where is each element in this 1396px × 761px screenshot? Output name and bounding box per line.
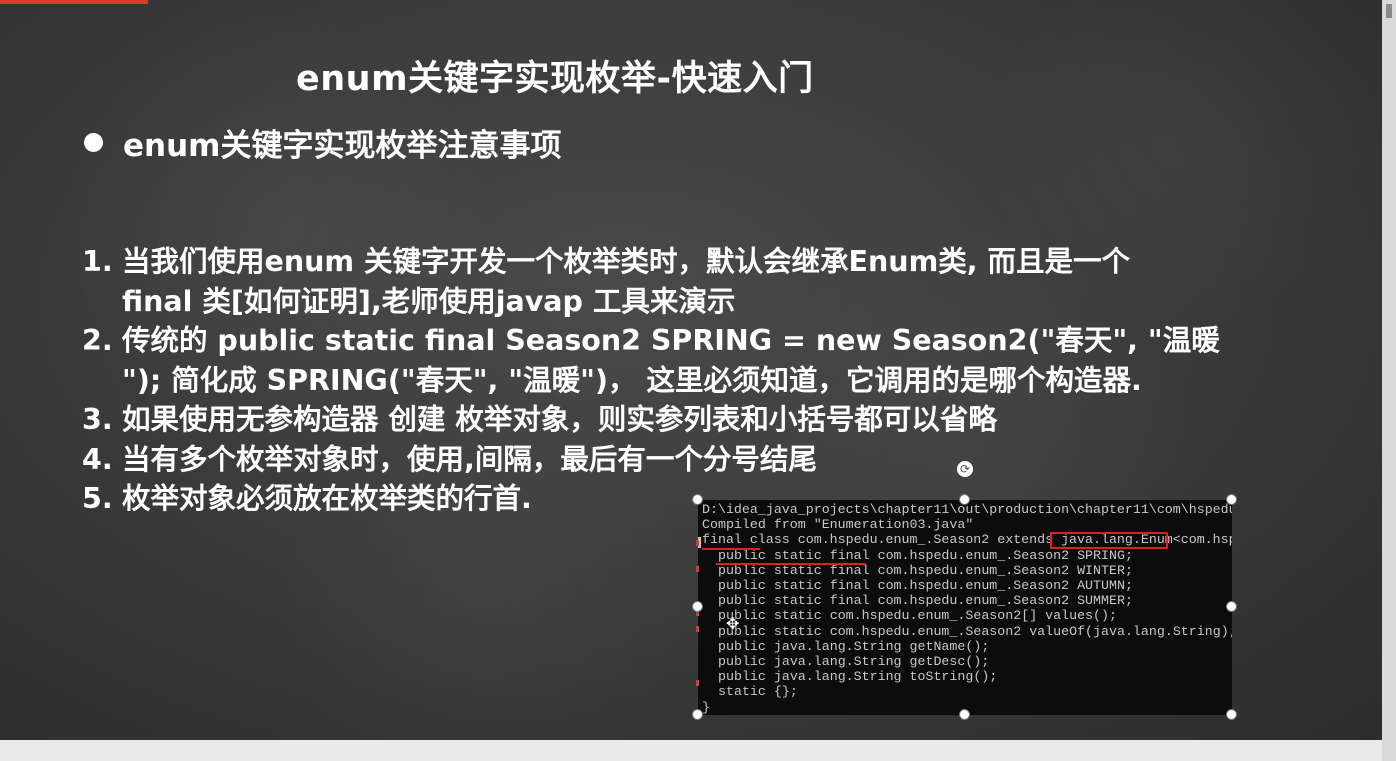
notes-list: 1. 当我们使用enum 关键字开发一个枚举类时，默认会继承Enum类, 而且是… [82, 242, 1312, 519]
item-line: 当我们使用enum 关键字开发一个枚举类时，默认会继承Enum类, 而且是一个 [122, 245, 1131, 278]
terminal-line: public static final com.hspedu.enum_.Sea… [718, 578, 1133, 594]
terminal-line: Compiled from "Enumeration03.java" [702, 517, 974, 533]
list-item: 2. 传统的 public static final Season2 SPRIN… [82, 321, 1312, 400]
scrollbar-thumb[interactable] [1386, 4, 1392, 18]
terminal-line: public java.lang.String toString(); [718, 669, 998, 685]
move-cursor-icon: ✥ [726, 614, 740, 633]
bullet-heading-text: enum关键字实现枚举注意事项 [123, 128, 562, 164]
item-number: 5. [82, 482, 113, 515]
slide-title: enum关键字实现枚举-快速入门 [296, 59, 814, 99]
item-number: 1. [82, 245, 113, 278]
item-line: final 类[如何证明],老师使用javap 工具来演示 [122, 284, 736, 318]
item-line: 如果使用无参构造器 创建 枚举对象，则实参列表和小括号都可以省略 [122, 403, 997, 436]
resize-handle-top[interactable] [959, 494, 970, 505]
bullet-dot-icon [84, 133, 103, 152]
terminal-line: public static com.hspedu.enum_.Season2 v… [718, 623, 1232, 639]
highlight-underline [702, 548, 760, 550]
scrollbar[interactable] [1382, 0, 1396, 761]
resize-handle-top-right[interactable] [1226, 494, 1237, 505]
rotate-handle-icon[interactable]: ⟳ [957, 461, 973, 477]
slide-canvas: enum关键字实现枚举-快速入门 enum关键字实现枚举注意事项 1. 当我们使… [0, 0, 1382, 740]
accent-bar [0, 0, 148, 4]
resize-handle-right[interactable] [1226, 601, 1237, 612]
terminal-line: public java.lang.String getName(); [718, 638, 990, 654]
bottom-bar [0, 740, 1382, 761]
item-line: "); 简化成 SPRING("春天", "温暖")， 这里必须知道，它调用的是… [122, 363, 1142, 397]
highlight-underline [716, 563, 866, 565]
resize-handle-bottom-right[interactable] [1226, 709, 1237, 720]
terminal-line: static {}; [718, 684, 798, 700]
list-item: 4. 当有多个枚举对象时，使用,间隔，最后有一个分号结尾 [82, 440, 1312, 480]
bullet-heading: enum关键字实现枚举注意事项 [84, 120, 561, 165]
resize-handle-bottom[interactable] [959, 709, 970, 720]
item-line: 传统的 public static final Season2 SPRING =… [122, 324, 1220, 357]
terminal-line: public static com.hspedu.enum_.Season2[]… [718, 608, 1117, 624]
terminal-line: public java.lang.String getDesc(); [718, 654, 990, 670]
resize-handle-left[interactable] [692, 601, 703, 612]
resize-handle-top-left[interactable] [692, 494, 703, 505]
item-number: 2. [82, 324, 113, 357]
terminal-line: public static final com.hspedu.enum_.Sea… [718, 547, 1133, 563]
list-item: 1. 当我们使用enum 关键字开发一个枚举类时，默认会继承Enum类, 而且是… [82, 242, 1312, 321]
item-line: 当有多个枚举对象时，使用,间隔，最后有一个分号结尾 [122, 442, 817, 476]
highlight-box [1050, 532, 1168, 549]
item-number: 3. [82, 403, 113, 436]
terminal-screenshot[interactable]: D:\idea_java_projects\chapter11\out\prod… [698, 500, 1232, 715]
list-item: 3. 如果使用无参构造器 创建 枚举对象，则实参列表和小括号都可以省略 [82, 400, 1312, 440]
terminal-line: public static final com.hspedu.enum_.Sea… [718, 593, 1133, 609]
resize-handle-bottom-left[interactable] [692, 709, 703, 720]
terminal-line: public static final com.hspedu.enum_.Sea… [718, 562, 1133, 578]
item-number: 4. [82, 442, 113, 476]
